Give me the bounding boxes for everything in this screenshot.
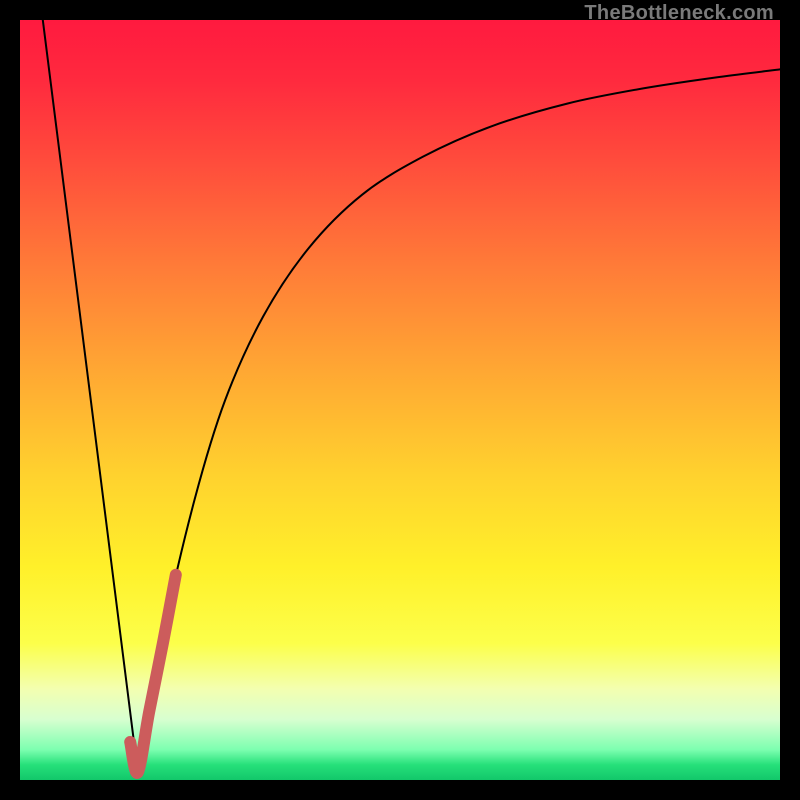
highlight-overlay [130, 575, 176, 773]
credit-watermark: TheBottleneck.com [584, 2, 774, 25]
outer-frame: TheBottleneck.com [0, 0, 800, 800]
plot-area [20, 20, 780, 780]
chart-svg [20, 20, 780, 780]
curve-right-branch [138, 69, 780, 772]
curve-left-branch [43, 20, 138, 772]
